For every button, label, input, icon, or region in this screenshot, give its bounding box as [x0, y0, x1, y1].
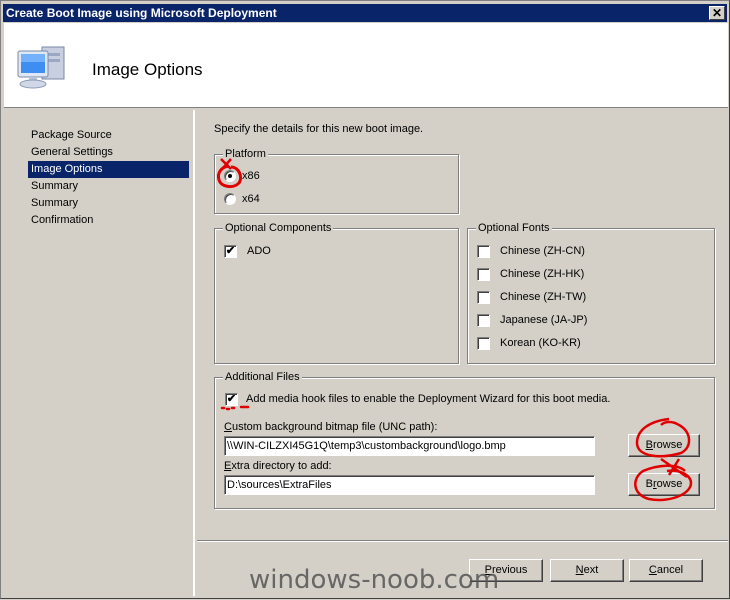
- radio-label: x86: [242, 170, 260, 182]
- checkbox[interactable]: [477, 336, 490, 350]
- optional-components-legend: Optional Components: [223, 221, 334, 235]
- step-summary[interactable]: Summary: [28, 178, 189, 195]
- access-key: C: [648, 564, 657, 576]
- checkbox-ja-jp[interactable]: Japanese (JA-JP): [477, 312, 587, 328]
- extra-directory-label: Extra directory to add:: [224, 460, 332, 472]
- title-bar: Create Boot Image using Microsoft Deploy…: [3, 4, 727, 22]
- wizard-steps-list: Package Source General Settings Image Op…: [28, 127, 189, 229]
- access-key: B: [645, 439, 653, 451]
- radio-button[interactable]: [224, 193, 236, 205]
- background-bitmap-label: Custom background bitmap file (UNC path)…: [224, 421, 437, 433]
- button-label: owse: [656, 478, 683, 490]
- wizard-content: Specify the details for this new boot im…: [197, 110, 728, 540]
- checkbox-zh-hk[interactable]: Chinese (ZH-HK): [477, 266, 584, 282]
- checkbox[interactable]: [477, 313, 490, 327]
- step-summary-2[interactable]: Summary: [28, 195, 189, 212]
- next-button[interactable]: Next: [550, 559, 624, 582]
- checkbox-label: ADO: [247, 245, 271, 257]
- checkbox[interactable]: [477, 267, 490, 281]
- optional-fonts-legend: Optional Fonts: [476, 221, 552, 235]
- close-button[interactable]: ✕: [709, 6, 725, 20]
- button-label: ext: [583, 564, 599, 576]
- step-confirmation[interactable]: Confirmation: [28, 212, 189, 229]
- checkbox[interactable]: [477, 290, 490, 304]
- access-key: C: [224, 421, 232, 433]
- checkbox-checked[interactable]: ✔: [225, 392, 238, 406]
- checkbox-label: Chinese (ZH-TW): [500, 291, 587, 303]
- wizard-window: Create Boot Image using Microsoft Deploy…: [0, 0, 730, 599]
- cancel-button[interactable]: Cancel: [629, 559, 703, 582]
- checkbox-label: Chinese (ZH-CN): [500, 245, 585, 257]
- step-package-source[interactable]: Package Source: [28, 127, 189, 144]
- platform-group: Platform x86 x64: [214, 147, 459, 214]
- checkbox[interactable]: [477, 244, 490, 258]
- checkbox-label: Japanese (JA-JP): [500, 314, 588, 326]
- radio-label: x64: [242, 193, 260, 205]
- access-key: N: [575, 564, 584, 576]
- computer-icon: [17, 46, 65, 89]
- watermark: windows-noob.com: [249, 565, 500, 595]
- button-label: rowse: [653, 439, 683, 451]
- radio-x64[interactable]: x64: [224, 191, 260, 207]
- checkbox-ko-kr[interactable]: Korean (KO-KR): [477, 335, 581, 351]
- checkbox-media-hook[interactable]: ✔ Add media hook files to enable the Dep…: [225, 391, 610, 407]
- button-label: ancel: [656, 564, 684, 576]
- optional-fonts-group: Optional Fonts Chinese (ZH-CN) Chinese (…: [467, 221, 715, 364]
- extra-directory-input[interactable]: D:\sources\ExtraFiles: [224, 475, 595, 495]
- window-title: Create Boot Image using Microsoft Deploy…: [6, 6, 277, 20]
- checkbox-label: Korean (KO-KR): [500, 337, 581, 349]
- button-label: B: [645, 478, 653, 490]
- background-bitmap-input[interactable]: \\WIN-CILZXI45G1Q\temp3\custombackground…: [224, 436, 595, 456]
- intro-text: Specify the details for this new boot im…: [214, 123, 424, 135]
- wizard-header: Image Options: [4, 23, 728, 108]
- additional-files-legend: Additional Files: [223, 370, 302, 384]
- browse-background-button[interactable]: Browse: [628, 434, 700, 457]
- label-text: ustom background bitmap file (UNC path):: [231, 421, 438, 433]
- browse-extra-directory-button[interactable]: Browse: [628, 473, 700, 496]
- close-icon: ✕: [711, 6, 723, 20]
- checkbox-zh-cn[interactable]: Chinese (ZH-CN): [477, 243, 585, 259]
- platform-legend: Platform: [223, 147, 268, 161]
- checkbox-label: Add media hook files to enable the Deplo…: [246, 393, 611, 405]
- wizard-steps-panel: Package Source General Settings Image Op…: [4, 110, 195, 596]
- checkbox-zh-tw[interactable]: Chinese (ZH-TW): [477, 289, 586, 305]
- checkbox-ado[interactable]: ✔ ADO: [224, 243, 271, 259]
- checkbox-label: Chinese (ZH-HK): [500, 268, 585, 280]
- additional-files-group: Additional Files ✔ Add media hook files …: [214, 370, 715, 509]
- footer-divider: [197, 540, 728, 542]
- radio-x86[interactable]: x86: [224, 168, 260, 184]
- radio-button-selected[interactable]: [224, 170, 236, 182]
- step-general-settings[interactable]: General Settings: [28, 144, 189, 161]
- optional-components-group: Optional Components ✔ ADO: [214, 221, 459, 364]
- page-title: Image Options: [92, 60, 203, 79]
- step-image-options[interactable]: Image Options: [28, 161, 189, 178]
- checkbox-checked[interactable]: ✔: [224, 244, 237, 258]
- label-text: xtra directory to add:: [231, 460, 332, 472]
